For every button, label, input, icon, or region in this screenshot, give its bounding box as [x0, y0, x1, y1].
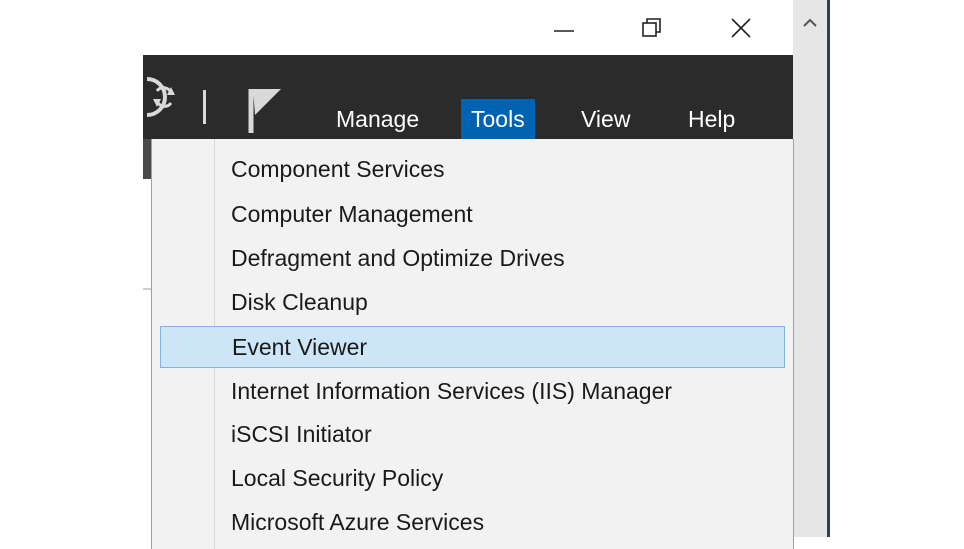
menu-item-computer-management[interactable]: Computer Management [160, 194, 783, 234]
menu-item-label: Component Services [231, 155, 445, 182]
server-manager-toolbar: Manage Tools View Help [143, 55, 793, 139]
menu-tools[interactable]: Tools [461, 99, 535, 139]
menu-item-label: Microsoft Azure Services [231, 508, 485, 535]
menu-help[interactable]: Help [678, 99, 745, 139]
menu-item-label: Computer Management [231, 200, 473, 227]
menu-item-event-viewer[interactable]: Event Viewer [160, 326, 785, 368]
menu-item-iis-manager[interactable]: Internet Information Services (IIS) Mana… [160, 371, 783, 411]
menu-item-disk-cleanup[interactable]: Disk Cleanup [160, 282, 783, 322]
menu-item-iscsi-initiator[interactable]: iSCSI Initiator [160, 414, 783, 454]
menu-item-label: Disk Cleanup [231, 288, 368, 315]
restore-icon [642, 17, 661, 37]
menu-item-defragment-drives[interactable]: Defragment and Optimize Drives [160, 238, 783, 278]
notification-flag-icon[interactable] [243, 83, 287, 135]
menu-item-label: iSCSI Initiator [231, 420, 372, 447]
menu-view[interactable]: View [571, 99, 640, 139]
chevron-up-icon [803, 18, 817, 27]
menu-item-label: Internet Information Services (IIS) Mana… [231, 377, 673, 404]
close-button[interactable] [706, 0, 776, 55]
menu-item-label: Defragment and Optimize Drives [231, 244, 565, 271]
menu-item-microsoft-azure-services[interactable]: Microsoft Azure Services [160, 502, 783, 542]
menu-manage[interactable]: Manage [326, 99, 429, 139]
menu-item-local-security-policy[interactable]: Local Security Policy [160, 458, 783, 498]
minimize-icon [554, 29, 574, 32]
menu-item-label: Local Security Policy [231, 464, 444, 491]
minimize-button[interactable] [529, 0, 599, 55]
scroll-up-button[interactable] [793, 0, 827, 46]
close-icon [731, 17, 751, 38]
toolbar-separator [203, 90, 206, 124]
vertical-scrollbar[interactable] [793, 0, 827, 537]
window-edge [827, 0, 830, 537]
tools-dropdown-menu: Component Services Computer Management D… [151, 139, 794, 549]
restore-button[interactable] [617, 0, 687, 55]
title-bar [143, 0, 793, 55]
menu-item-component-services[interactable]: Component Services [160, 149, 783, 189]
refresh-icon[interactable] [143, 75, 183, 119]
menu-item-label: Event Viewer [232, 333, 368, 360]
